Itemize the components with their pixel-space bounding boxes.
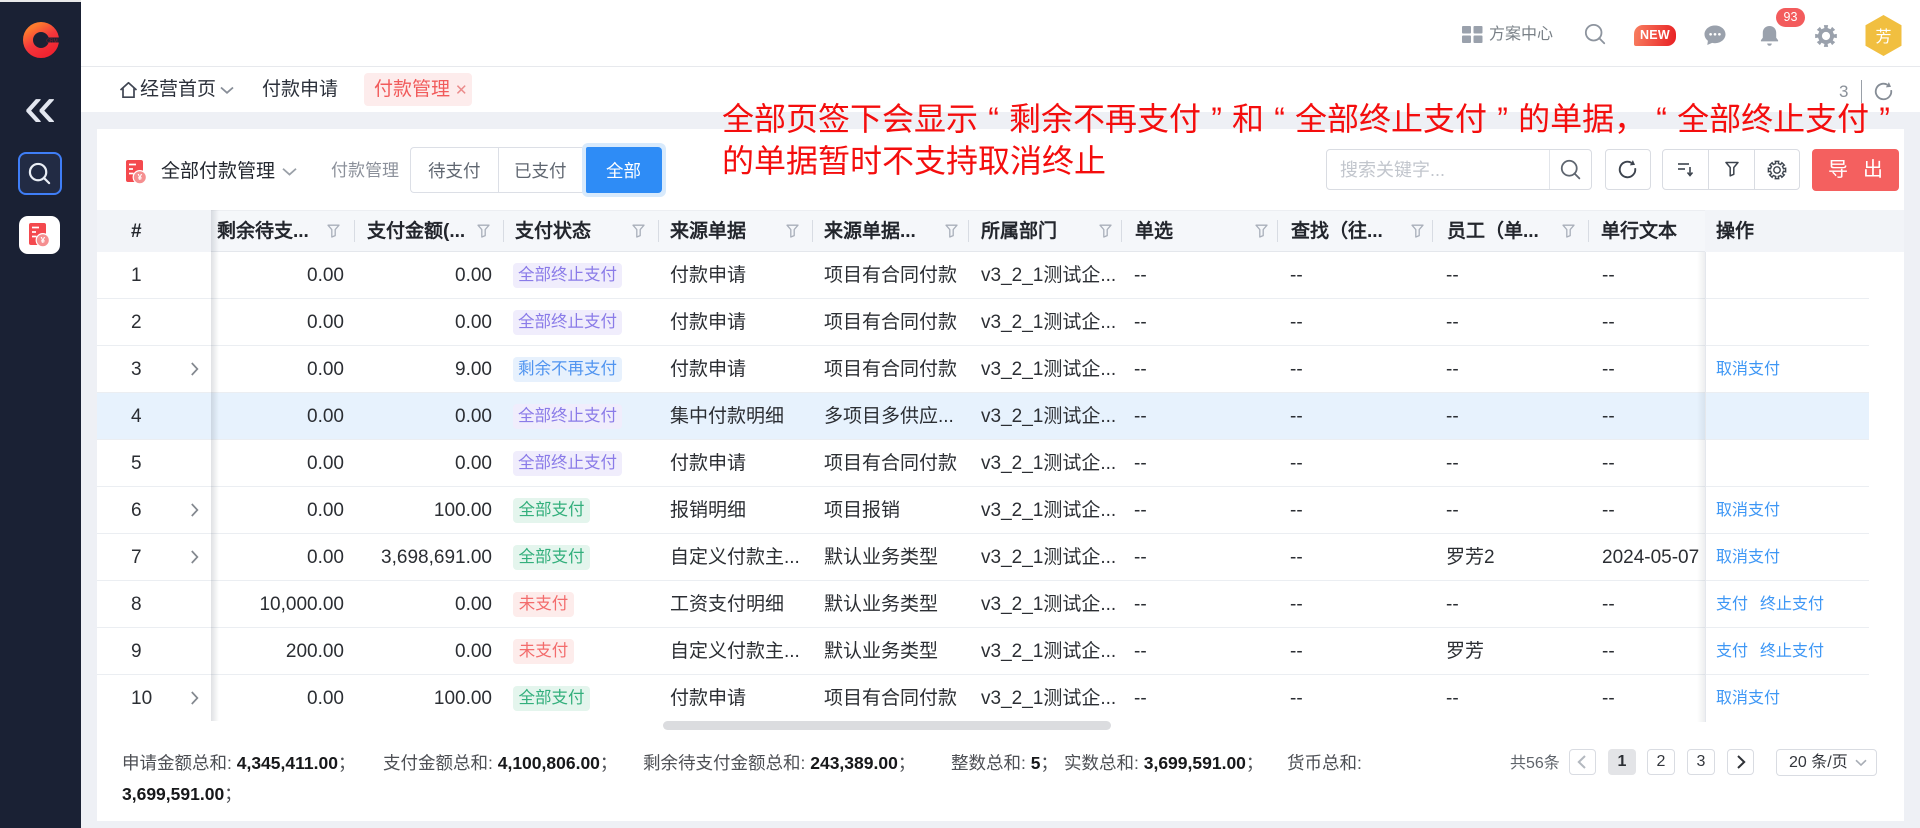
svg-text:¥: ¥ xyxy=(41,236,46,245)
svg-text:¥: ¥ xyxy=(138,173,143,182)
svg-text:芳: 芳 xyxy=(1875,28,1891,46)
svg-text:CRM: CRM xyxy=(46,39,57,45)
